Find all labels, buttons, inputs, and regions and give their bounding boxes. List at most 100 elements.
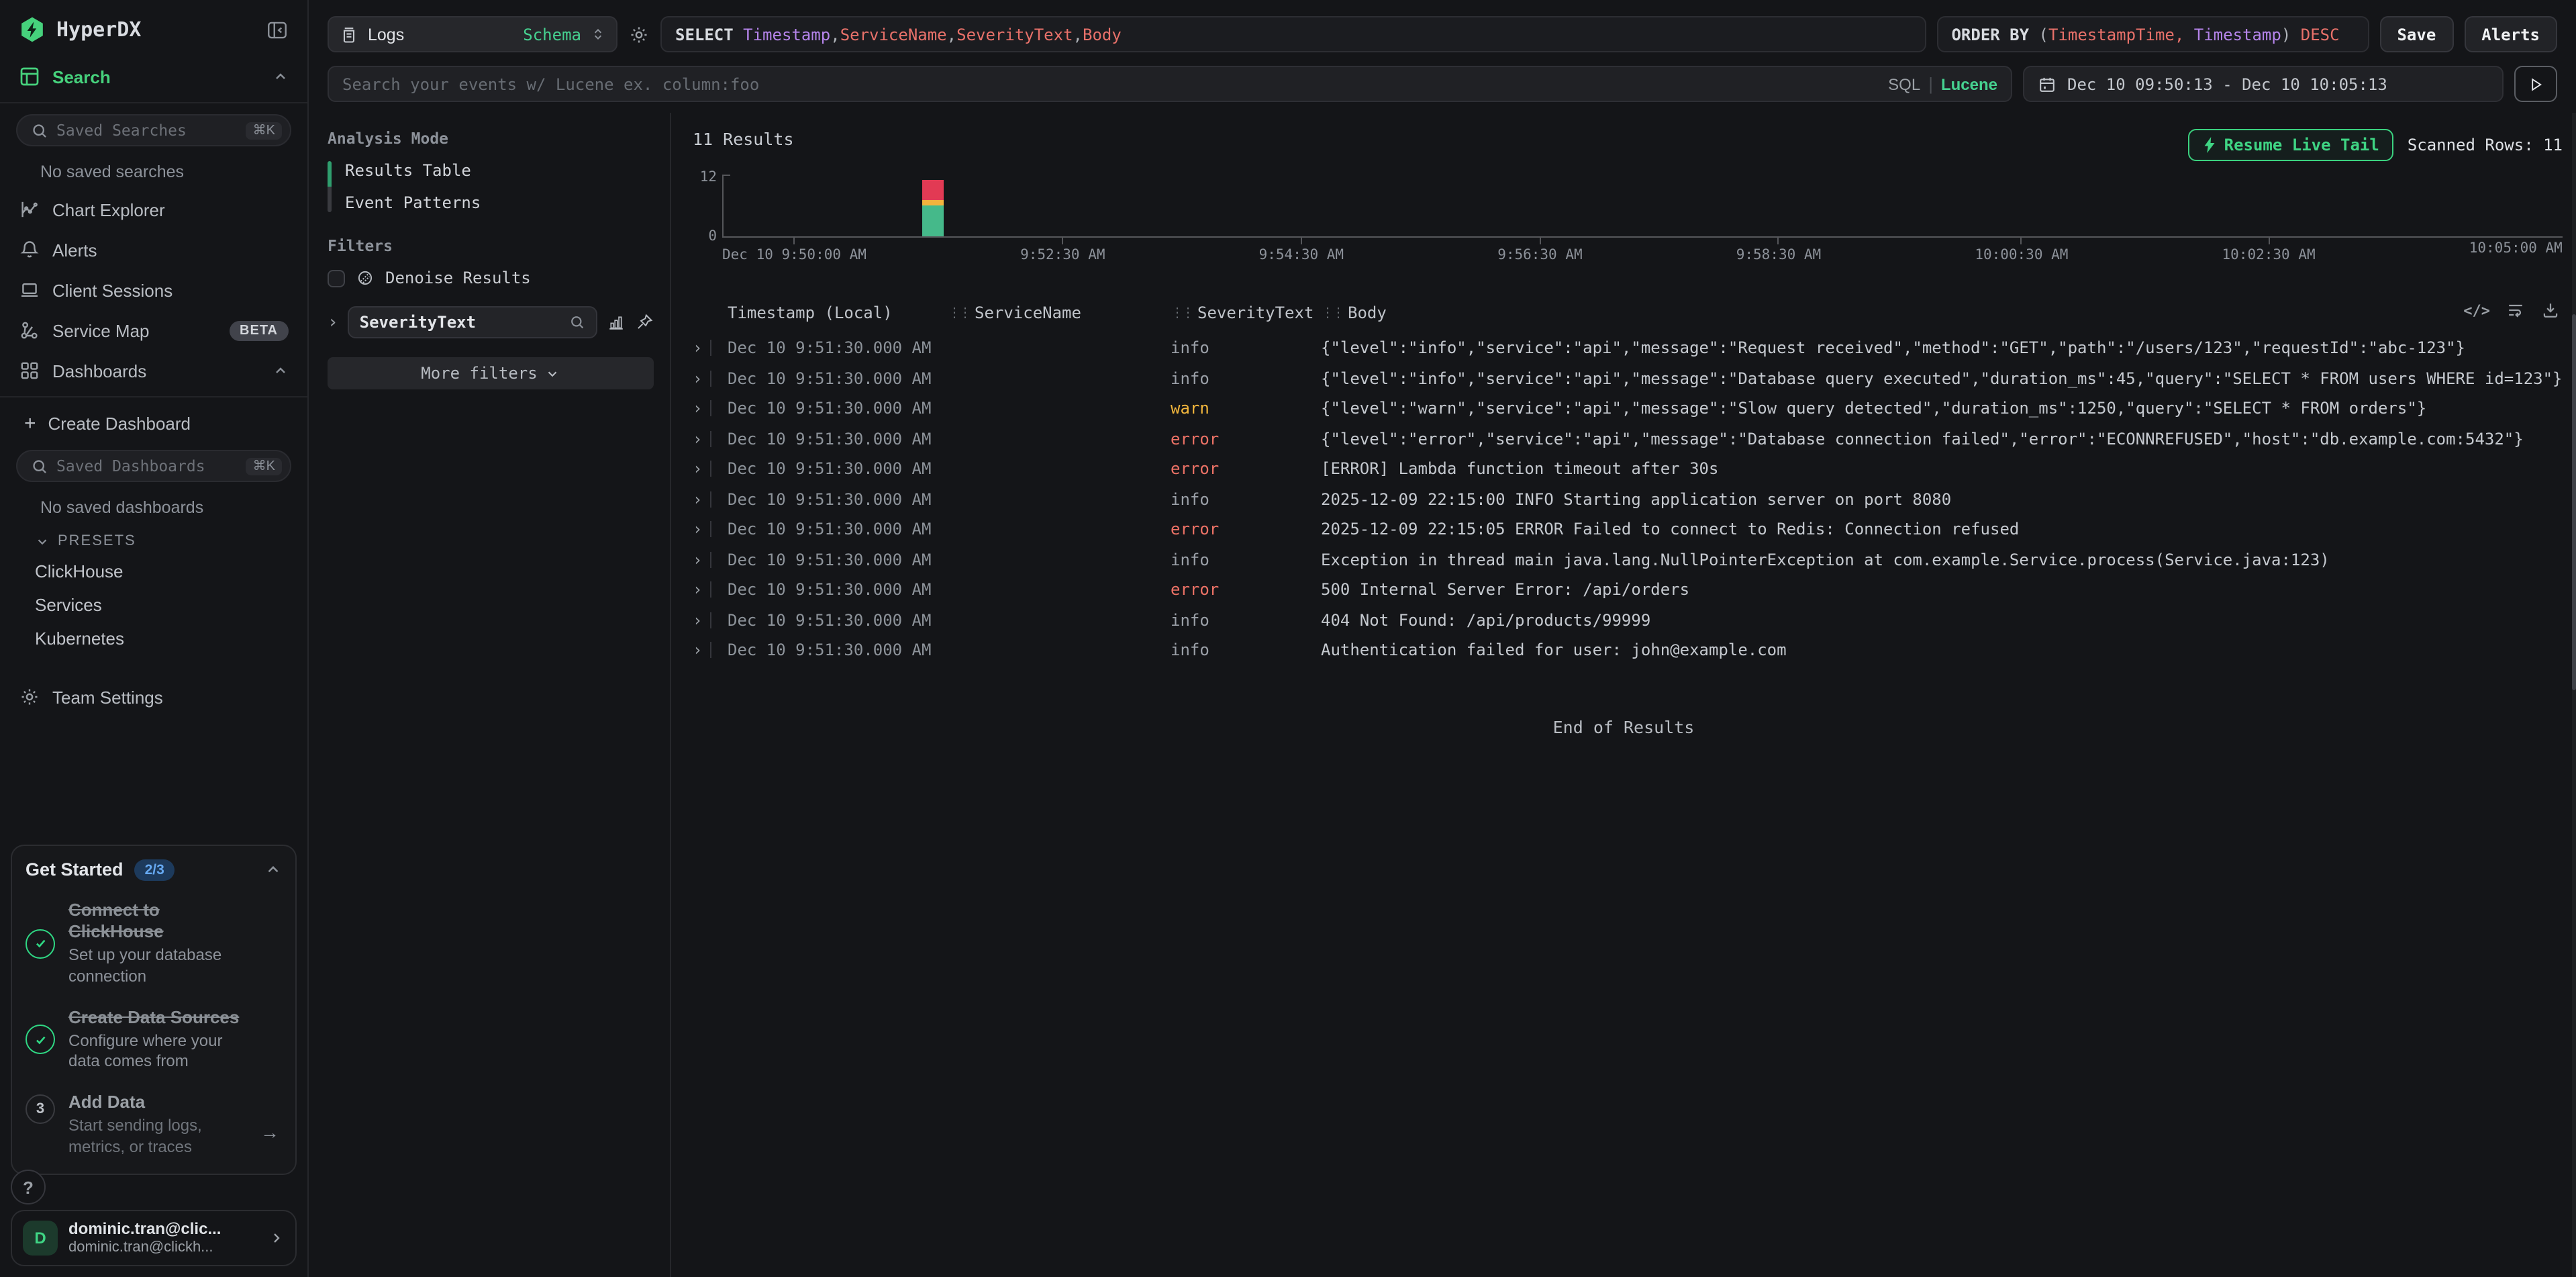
row-expand-chevron[interactable]: › — [693, 581, 702, 600]
preset-services[interactable]: Services — [0, 588, 307, 622]
drag-handle-icon[interactable]: ⋮⋮ — [1171, 305, 1192, 320]
sidebar-item-client-sessions[interactable]: Client Sessions — [0, 270, 307, 310]
get-started-item-sources[interactable]: Create Data Sources Configure where your… — [26, 1006, 282, 1073]
sidebar-item-service-map[interactable]: Service Map BETA — [0, 310, 307, 350]
row-expand-chevron[interactable]: › — [693, 369, 702, 388]
results-histogram: 12 0 Dec 10 9:50:00 A — [693, 175, 2563, 263]
event-search-input[interactable] — [342, 75, 1888, 93]
run-query-button[interactable] — [2514, 66, 2557, 102]
column-header-timestamp[interactable]: Timestamp (Local) — [728, 303, 948, 322]
denoise-results-toggle[interactable]: Denoise Results — [328, 269, 654, 287]
row-expand-chevron[interactable]: › — [693, 490, 702, 509]
sidebar-item-chart-explorer[interactable]: Chart Explorer — [0, 189, 307, 230]
denoise-checkbox[interactable] — [328, 269, 345, 287]
date-range-picker[interactable]: Dec 10 09:50:13 - Dec 10 10:05:13 — [2023, 66, 2504, 102]
x-axis-tick-label: 10:05:00 AM — [2469, 240, 2563, 263]
drag-handle-icon[interactable]: ⋮⋮ — [948, 305, 969, 320]
facet-search-box[interactable]: SeverityText — [348, 306, 597, 338]
get-started-item-connect[interactable]: Connect to ClickHouse Set up your databa… — [26, 900, 282, 988]
sidebar-item-alerts[interactable]: Alerts — [0, 230, 307, 270]
sidebar-item-search[interactable]: Search — [0, 56, 307, 97]
arrow-right-icon: → — [260, 1121, 279, 1143]
app-title: HyperDX — [56, 17, 255, 42]
table-row[interactable]: › Dec 10 9:51:30.000 AM info 2025-12-09 … — [693, 484, 2563, 514]
chart-plot-area[interactable] — [722, 175, 2563, 238]
table-row[interactable]: › Dec 10 9:51:30.000 AM info Exception i… — [693, 545, 2563, 575]
sql-mode-toggle[interactable]: SQL — [1888, 75, 1920, 93]
row-expand-chevron[interactable]: › — [693, 611, 702, 630]
x-axis-tick-label: 9:56:30 AM — [1497, 240, 1582, 263]
table-row[interactable]: › Dec 10 9:51:30.000 AM error 500 Intern… — [693, 575, 2563, 605]
sidebar-item-dashboards[interactable]: Dashboards — [0, 350, 307, 391]
help-button[interactable]: ? — [11, 1170, 46, 1205]
download-icon[interactable] — [2541, 301, 2560, 320]
histogram-stacked-bar[interactable] — [922, 180, 944, 236]
mode-event-patterns[interactable]: Event Patterns — [345, 193, 481, 212]
row-expand-chevron[interactable]: › — [693, 430, 702, 448]
table-row[interactable]: › Dec 10 9:51:30.000 AM warn {"level":"w… — [693, 393, 2563, 424]
event-search-box[interactable]: SQL | Lucene — [328, 66, 2012, 102]
preset-kubernetes[interactable]: Kubernetes — [0, 622, 307, 655]
source-select[interactable]: Logs Schema — [328, 16, 617, 52]
order-by-input[interactable]: ORDER BY (TimestampTime, Timestamp) DESC — [1936, 16, 2369, 52]
row-divider — [710, 491, 711, 508]
saved-dashboards-input[interactable]: ⌘K — [16, 450, 291, 482]
create-dashboard-button[interactable]: + Create Dashboard — [0, 403, 307, 444]
get-started-header[interactable]: Get Started 2/3 — [26, 859, 282, 881]
row-expand-chevron[interactable]: › — [693, 399, 702, 418]
resume-live-tail-button[interactable]: Resume Live Tail — [2188, 129, 2394, 161]
facet-expand-chevron[interactable]: › — [328, 312, 338, 332]
alerts-button[interactable]: Alerts — [2464, 16, 2557, 52]
saved-searches-input[interactable]: ⌘K — [16, 114, 291, 146]
cell-timestamp: Dec 10 9:51:30.000 AM — [728, 399, 948, 418]
code-token: , — [1073, 25, 1083, 44]
avatar: D — [23, 1221, 58, 1256]
table-row[interactable]: › Dec 10 9:51:30.000 AM info Authenticat… — [693, 635, 2563, 665]
row-expand-chevron[interactable]: › — [693, 520, 702, 539]
column-header-body[interactable]: ⋮⋮Body — [1321, 303, 2563, 322]
view-source-icon[interactable]: </> — [2463, 301, 2490, 319]
select-clause-input[interactable]: SELECT Timestamp,ServiceName,SeverityTex… — [660, 16, 1926, 52]
code-token: Timestamp — [743, 25, 830, 44]
presets-toggle[interactable]: PRESETS — [0, 525, 307, 555]
row-expand-chevron[interactable]: › — [693, 551, 702, 569]
lucene-mode-toggle[interactable]: Lucene — [1941, 75, 1997, 93]
cell-body: {"level":"info","service":"api","message… — [1321, 369, 2563, 388]
x-axis: Dec 10 9:50:00 AM9:52:30 AM9:54:30 AM9:5… — [722, 240, 2563, 263]
mode-results-table[interactable]: Results Table — [345, 161, 481, 180]
x-axis-tick-label: 9:58:30 AM — [1736, 240, 1821, 263]
row-divider — [710, 582, 711, 598]
shortcut-badge: ⌘K — [246, 122, 282, 139]
save-button[interactable]: Save — [2379, 16, 2453, 52]
wrap-lines-icon[interactable] — [2506, 301, 2525, 320]
collapse-sidebar-icon[interactable] — [266, 18, 289, 41]
more-filters-button[interactable]: More filters — [328, 357, 654, 389]
cell-body: {"level":"error","service":"api","messag… — [1321, 430, 2563, 448]
get-started-item-add-data[interactable]: 3 Add Data Start sending logs, metrics, … — [26, 1092, 282, 1158]
column-header-servicename[interactable]: ⋮⋮ServiceName — [948, 303, 1171, 322]
row-expand-chevron[interactable]: › — [693, 339, 702, 358]
table-row[interactable]: › Dec 10 9:51:30.000 AM error [ERROR] La… — [693, 454, 2563, 484]
source-settings-gear-icon[interactable] — [628, 23, 650, 45]
table-row[interactable]: › Dec 10 9:51:30.000 AM error {"level":"… — [693, 424, 2563, 454]
preset-clickhouse[interactable]: ClickHouse — [0, 555, 307, 588]
row-expand-chevron[interactable]: › — [693, 641, 702, 660]
mode-divider: | — [1928, 74, 1933, 94]
table-row[interactable]: › Dec 10 9:51:30.000 AM error 2025-12-09… — [693, 514, 2563, 545]
saved-searches-field[interactable] — [56, 121, 238, 140]
table-row[interactable]: › Dec 10 9:51:30.000 AM info 404 Not Fou… — [693, 605, 2563, 635]
drag-handle-icon[interactable]: ⋮⋮ — [1321, 305, 1342, 320]
scrollbar-track[interactable] — [2572, 113, 2576, 1277]
facet-chart-icon[interactable] — [607, 313, 626, 332]
user-menu[interactable]: D dominic.tran@clic... dominic.tran@clic… — [11, 1211, 297, 1266]
pin-icon[interactable] — [635, 313, 654, 332]
table-row[interactable]: › Dec 10 9:51:30.000 AM info {"level":"i… — [693, 333, 2563, 363]
table-row[interactable]: › Dec 10 9:51:30.000 AM info {"level":"i… — [693, 363, 2563, 393]
row-expand-chevron[interactable]: › — [693, 460, 702, 479]
saved-dashboards-field[interactable] — [56, 457, 238, 475]
column-header-severitytext[interactable]: ⋮⋮SeverityText — [1171, 303, 1321, 322]
bar-segment-info — [922, 205, 944, 236]
sidebar-item-team-settings[interactable]: Team Settings — [0, 677, 307, 717]
scrollbar-thumb[interactable] — [2572, 314, 2576, 690]
sidebar-bottom: Get Started 2/3 Connect to ClickHouse Se… — [0, 834, 307, 1277]
